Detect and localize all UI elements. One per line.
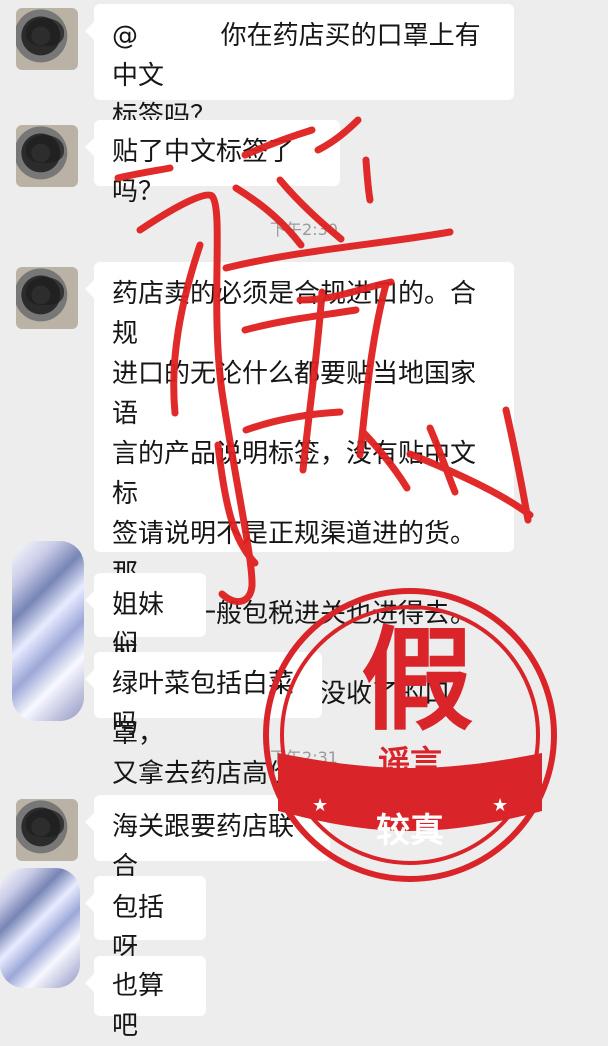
message-row: 贴了中文标签了吗？ xyxy=(0,120,608,207)
message-row: @ 你在药店买的口罩上有中文 标签吗？ xyxy=(0,0,608,131)
avatar[interactable] xyxy=(16,125,78,187)
stamp-star-left: ★ xyxy=(312,795,329,816)
stamp-bottom-text: 较真 xyxy=(376,811,444,851)
message-row: 药店卖的必须是合规进口的。合规 进口的无论什么都要贴当地国家语 言的产品说明标签… xyxy=(0,262,608,789)
avatar[interactable] xyxy=(16,8,78,70)
rumor-stamp: 假 谣言 较真 ★ ★ xyxy=(260,585,560,885)
message-bubble: @ 你在药店买的口罩上有中文 标签吗？ xyxy=(85,4,514,131)
avatar[interactable] xyxy=(16,799,78,861)
message-bubble: 包括呀 xyxy=(85,876,206,963)
message-bubble: 贴了中文标签了吗？ xyxy=(85,120,340,207)
avatar[interactable] xyxy=(16,267,78,329)
message-row: 也算吧 xyxy=(0,956,608,1041)
stamp-sub-text: 谣言 xyxy=(377,743,442,781)
stamp-star-right: ★ xyxy=(492,795,509,816)
message-bubble: 药店卖的必须是合规进口的。合规 进口的无论什么都要贴当地国家语 言的产品说明标签… xyxy=(85,262,514,789)
timestamp: 下午2:30 xyxy=(270,220,338,239)
message-bubble: 也算吧 xyxy=(85,956,206,1041)
stamp-main-text: 假 xyxy=(361,616,473,746)
message-bubble: 姐妹们 xyxy=(85,573,206,660)
